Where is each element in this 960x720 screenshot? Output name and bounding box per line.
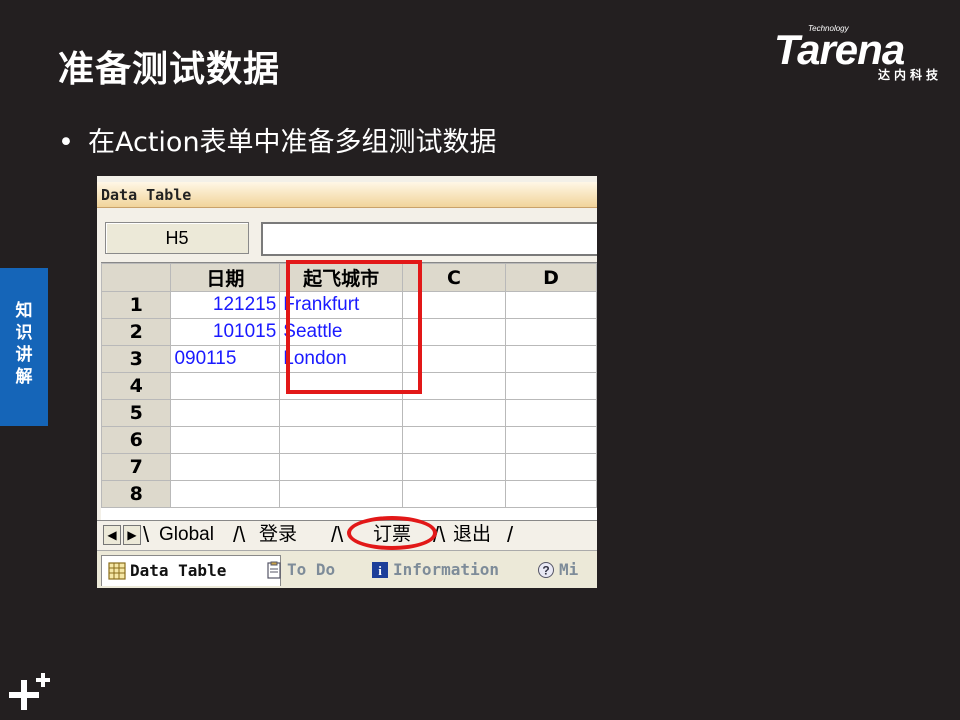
cell[interactable] — [505, 345, 597, 373]
date-cell[interactable]: 090115 — [170, 345, 281, 373]
side-tab-char: 识 — [15, 323, 33, 343]
cell[interactable] — [505, 480, 597, 508]
info-icon: i — [372, 562, 388, 578]
row-header[interactable]: 3 — [101, 345, 172, 373]
next-sheet-button[interactable]: ▶ — [123, 525, 141, 545]
cell[interactable] — [505, 318, 597, 346]
cell[interactable] — [505, 372, 597, 400]
cell[interactable] — [170, 453, 281, 481]
sheet-tab-global[interactable]: Global — [159, 523, 214, 547]
svg-text:i: i — [378, 563, 382, 578]
row-header[interactable]: 4 — [101, 372, 172, 400]
data-table-screenshot: Data Table H5 日期 起飞城市 C D 1 121215 Frank… — [97, 176, 597, 588]
cell[interactable] — [170, 480, 281, 508]
cell[interactable] — [401, 426, 507, 454]
pane-tab-label: Data Table — [130, 561, 227, 580]
column-header[interactable]: 日期 — [170, 263, 281, 292]
tab-divider: /\ — [331, 522, 344, 547]
cell[interactable] — [170, 372, 281, 400]
row-header[interactable]: 8 — [101, 480, 172, 508]
sheet-tab-exit[interactable]: 退出 — [453, 523, 491, 547]
column-header[interactable]: D — [505, 263, 597, 292]
svg-text:?: ? — [542, 564, 549, 578]
cell[interactable] — [170, 426, 281, 454]
bullet-marker: • — [58, 127, 74, 158]
bullet-point: • 在Action表单中准备多组测试数据 — [58, 120, 497, 159]
formula-bar: H5 — [97, 212, 597, 258]
side-tab-char: 解 — [15, 367, 33, 387]
cell[interactable] — [401, 453, 507, 481]
row-header[interactable]: 5 — [101, 399, 172, 427]
plus-logo-icon — [9, 673, 50, 710]
side-tab-char: 讲 — [15, 345, 33, 365]
cell[interactable] — [279, 399, 403, 427]
tab-divider: /\ — [233, 522, 246, 547]
pane-tab-label: Information — [393, 560, 499, 579]
pane-tab-bar: Data Table To Do i Information ? Mi — [97, 550, 597, 588]
tab-divider: / — [507, 522, 514, 547]
side-tab-char: 知 — [15, 301, 33, 321]
pane-tab-information[interactable]: i Information — [365, 555, 549, 585]
grid-icon — [108, 562, 126, 580]
sheet-tab-login[interactable]: 登录 — [259, 523, 297, 547]
formula-input[interactable] — [261, 222, 597, 256]
table-row: 7 — [101, 453, 597, 481]
prev-sheet-button[interactable]: ◀ — [103, 525, 121, 545]
corner-cell[interactable] — [101, 263, 172, 292]
clipboard-icon — [267, 561, 281, 579]
cell[interactable] — [279, 453, 403, 481]
pane-tab-label: To Do — [287, 560, 336, 579]
table-row: 5 — [101, 399, 597, 427]
side-tab-knowledge: 知 识 讲 解 — [0, 268, 48, 426]
cell[interactable] — [505, 399, 597, 427]
pane-tab-missing[interactable]: ? Mi — [531, 555, 597, 585]
row-header[interactable]: 7 — [101, 453, 172, 481]
cell[interactable] — [170, 399, 281, 427]
row-header[interactable]: 2 — [101, 318, 172, 346]
table-row: 6 — [101, 426, 597, 454]
cell[interactable] — [279, 426, 403, 454]
slide-title: 准备测试数据 — [58, 49, 281, 90]
row-header[interactable]: 6 — [101, 426, 172, 454]
logo-tagline: Technology — [808, 24, 849, 33]
date-cell[interactable]: 121215 — [170, 291, 281, 319]
cell[interactable] — [401, 480, 507, 508]
date-cell[interactable]: 101015 — [170, 318, 281, 346]
pane-tab-data-table[interactable]: Data Table — [101, 555, 281, 586]
tarena-logo: Tarena Technology 达内科技 — [774, 22, 944, 82]
question-icon: ? — [538, 562, 554, 578]
cell[interactable] — [505, 291, 597, 319]
highlight-box-city-column — [286, 260, 422, 394]
logo-chinese: 达内科技 — [877, 68, 942, 82]
cell-reference-box[interactable]: H5 — [105, 222, 249, 254]
cell[interactable] — [279, 480, 403, 508]
window-title: Data Table — [97, 182, 597, 208]
row-header[interactable]: 1 — [101, 291, 172, 319]
cell[interactable] — [401, 399, 507, 427]
bullet-text: 在Action表单中准备多组测试数据 — [88, 127, 497, 158]
cell[interactable] — [505, 426, 597, 454]
table-row: 8 — [101, 480, 597, 508]
highlight-ellipse-booking-tab — [347, 516, 437, 550]
tab-divider: \ — [143, 522, 150, 547]
pane-tab-label: Mi — [559, 560, 579, 579]
cell[interactable] — [505, 453, 597, 481]
